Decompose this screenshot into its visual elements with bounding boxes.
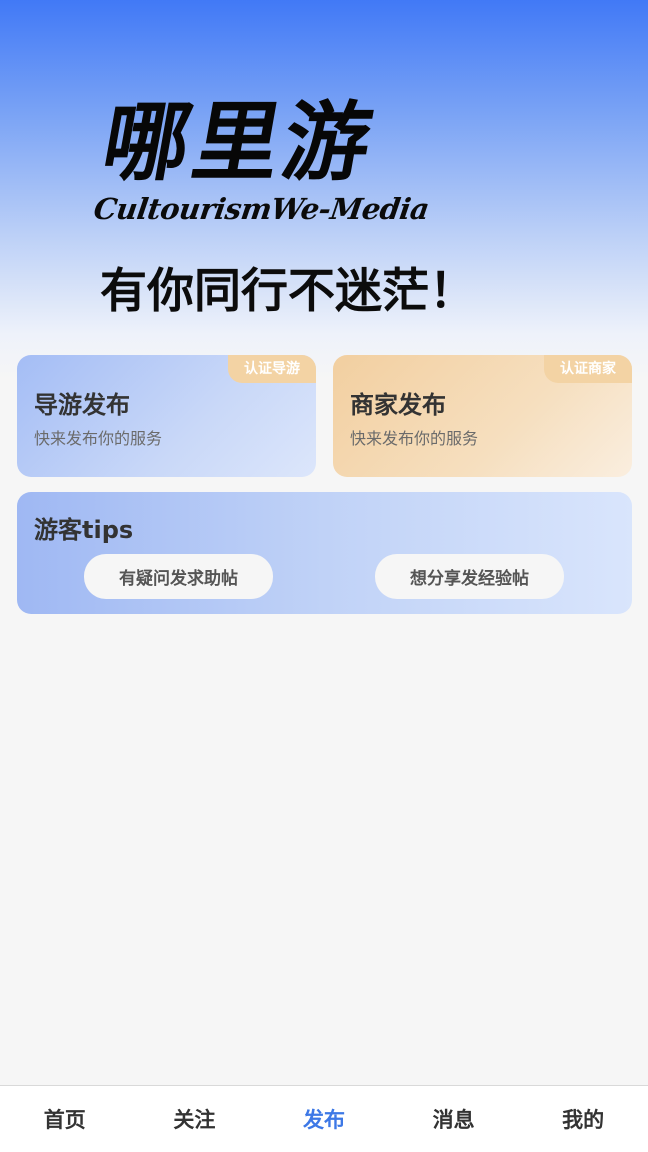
- bottom-tab-bar: 首页 关注 发布 消息 我的: [0, 1085, 648, 1152]
- tab-messages[interactable]: 消息: [389, 1086, 519, 1152]
- tab-mine[interactable]: 我的: [518, 1086, 648, 1152]
- certified-merchant-badge: 认证商家: [544, 355, 632, 383]
- tourist-tips-panel: 游客tips 有疑问发求助帖 想分享发经验帖: [17, 492, 632, 614]
- tab-follow[interactable]: 关注: [130, 1086, 260, 1152]
- tab-home[interactable]: 首页: [0, 1086, 130, 1152]
- guide-publish-desc: 快来发布你的服务: [34, 429, 163, 448]
- guide-publish-card[interactable]: 认证导游 导游发布 快来发布你的服务: [17, 355, 316, 477]
- tab-publish[interactable]: 发布: [259, 1086, 389, 1152]
- experience-post-button[interactable]: 想分享发经验帖: [375, 554, 564, 599]
- brand-logo-subtitle: CultourismWe-Media: [91, 192, 432, 226]
- hero-banner: 哪里游 CultourismWe-Media 有你同行不迷茫！: [0, 0, 648, 380]
- certified-guide-badge: 认证导游: [228, 355, 316, 383]
- tourist-tips-title: 游客tips: [34, 516, 134, 544]
- help-post-button[interactable]: 有疑问发求助帖: [84, 554, 273, 599]
- slogan: 有你同行不迷茫！: [100, 264, 476, 319]
- merchant-publish-title: 商家发布: [350, 391, 446, 419]
- merchant-publish-desc: 快来发布你的服务: [350, 429, 479, 448]
- brand-logo-title: 哪里游: [95, 93, 383, 193]
- merchant-publish-card[interactable]: 认证商家 商家发布 快来发布你的服务: [333, 355, 632, 477]
- guide-publish-title: 导游发布: [34, 391, 130, 419]
